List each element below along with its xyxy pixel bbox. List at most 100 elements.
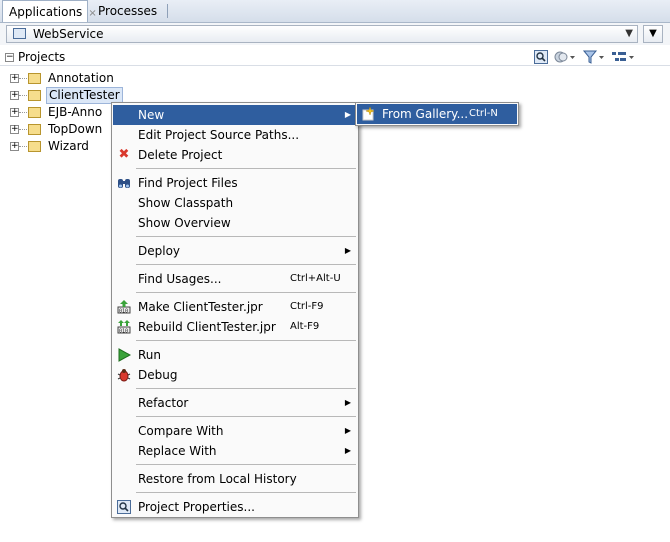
folder-icon xyxy=(28,124,41,135)
delete-icon: ✖ xyxy=(118,147,130,162)
projects-header[interactable]: − Projects xyxy=(0,49,670,66)
menu-item-label: Show Overview xyxy=(138,216,231,230)
menu-separator xyxy=(136,340,356,341)
expand-icon[interactable]: + xyxy=(10,74,19,83)
submenu-arrow-icon: ▶ xyxy=(344,426,351,435)
menu-item-label: Rebuild ClientTester.jpr xyxy=(138,320,276,334)
menu-item-replace-with[interactable]: Replace With ▶ xyxy=(113,441,357,461)
bug-icon xyxy=(117,368,131,382)
menu-item-deploy[interactable]: Deploy ▶ xyxy=(113,241,357,261)
menu-separator xyxy=(136,264,356,265)
menu-item-shortcut: Ctrl+Alt-U xyxy=(290,273,341,284)
menu-item-debug[interactable]: Debug xyxy=(113,365,357,385)
new-gallery-icon xyxy=(361,106,375,121)
menu-item-label: Compare With xyxy=(138,424,224,438)
tree-item-label: EJB-Anno xyxy=(48,105,103,119)
menu-item-find-project-files[interactable]: Find Project Files xyxy=(113,173,357,193)
menu-item-new[interactable]: New ▶ xyxy=(113,105,357,125)
menu-separator xyxy=(136,464,356,465)
menu-item-find-usages[interactable]: Find Usages... Ctrl+Alt-U xyxy=(113,269,357,289)
menu-item-label: Find Project Files xyxy=(138,176,238,190)
menu-item-make[interactable]: 010 Make ClientTester.jpr Ctrl-F9 xyxy=(113,297,357,317)
menu-item-rebuild[interactable]: 010 Rebuild ClientTester.jpr Alt-F9 xyxy=(113,317,357,337)
menu-item-label: Deploy xyxy=(138,244,181,258)
menu-item-label: Replace With xyxy=(138,444,217,458)
binoculars-icon xyxy=(117,176,131,190)
folder-icon xyxy=(28,90,41,101)
menu-separator xyxy=(136,388,356,389)
application-icon xyxy=(13,28,26,39)
folder-icon xyxy=(28,141,41,152)
folder-icon xyxy=(28,107,41,118)
menu-item-from-gallery[interactable]: From Gallery... Ctrl-N xyxy=(357,104,517,124)
search-icon[interactable] xyxy=(534,50,548,64)
menu-item-label: Find Usages... xyxy=(138,272,222,286)
svg-text:010: 010 xyxy=(119,329,128,335)
menu-item-label: New xyxy=(138,108,165,122)
tree-item-label: Wizard xyxy=(48,139,89,153)
chevron-down-icon: ▼ xyxy=(625,28,633,39)
menu-item-label: Run xyxy=(138,348,162,362)
tree-item-annotation[interactable]: + Annotation xyxy=(0,70,200,87)
menu-item-delete-project[interactable]: ✖ Delete Project xyxy=(113,145,357,165)
expand-icon[interactable]: + xyxy=(10,125,19,134)
menu-separator xyxy=(136,492,356,493)
menu-item-restore-local-history[interactable]: Restore from Local History xyxy=(113,469,357,489)
submenu-arrow-icon: ▶ xyxy=(344,246,351,255)
menu-separator xyxy=(136,292,356,293)
chevron-down-icon: ▼ xyxy=(649,28,657,39)
submenu-arrow-icon: ▶ xyxy=(344,110,351,119)
folder-icon xyxy=(28,73,41,84)
tree-item-label: TopDown xyxy=(48,122,103,136)
menu-item-label: Refactor xyxy=(138,396,189,410)
expand-icon[interactable]: + xyxy=(10,142,19,151)
menu-item-label: Restore from Local History xyxy=(138,472,297,486)
menu-separator xyxy=(136,416,356,417)
menu-item-label: Show Classpath xyxy=(138,196,234,210)
tab-applications-label: Applications xyxy=(9,5,83,19)
menu-item-show-overview[interactable]: Show Overview xyxy=(113,213,357,233)
application-menu-button[interactable]: ▼ xyxy=(643,25,663,43)
menu-item-edit-source-paths[interactable]: Edit Project Source Paths... xyxy=(113,125,357,145)
menu-separator xyxy=(136,236,356,237)
menu-item-show-classpath[interactable]: Show Classpath xyxy=(113,193,357,213)
working-sets-icon[interactable] xyxy=(554,50,576,64)
menu-item-compare-with[interactable]: Compare With ▶ xyxy=(113,421,357,441)
menu-item-label: Delete Project xyxy=(138,148,223,162)
menu-item-project-properties[interactable]: Project Properties... xyxy=(113,497,357,517)
context-menu: New ▶ Edit Project Source Paths... ✖ Del… xyxy=(111,102,359,518)
menu-item-shortcut: Ctrl-F9 xyxy=(290,301,324,312)
tab-processes-label: Processes xyxy=(98,4,158,18)
projects-label: Projects xyxy=(18,50,66,64)
rebuild-icon: 010 xyxy=(117,320,131,335)
submenu-arrow-icon: ▶ xyxy=(344,398,351,407)
tab-applications[interactable]: Applications × xyxy=(2,0,97,22)
menu-item-label: From Gallery... xyxy=(382,107,469,121)
run-icon xyxy=(117,348,132,362)
tree-item-label: Annotation xyxy=(48,71,114,85)
tab-processes[interactable]: Processes xyxy=(92,0,163,22)
submenu-arrow-icon: ▶ xyxy=(344,446,351,455)
menu-item-label: Make ClientTester.jpr xyxy=(138,300,263,314)
expand-icon[interactable]: + xyxy=(10,108,19,117)
menu-separator xyxy=(136,168,356,169)
collapse-icon[interactable]: − xyxy=(5,53,14,62)
menu-item-label: Edit Project Source Paths... xyxy=(138,128,300,142)
application-name: WebService xyxy=(33,27,104,41)
svg-text:010: 010 xyxy=(119,309,128,315)
filter-icon[interactable] xyxy=(582,50,605,64)
menu-item-label: Debug xyxy=(138,368,178,382)
properties-icon xyxy=(117,500,131,514)
menu-item-label: Project Properties... xyxy=(138,500,255,514)
menu-item-refactor[interactable]: Refactor ▶ xyxy=(113,393,357,413)
new-submenu: From Gallery... Ctrl-N xyxy=(355,102,519,126)
application-dropdown[interactable]: WebService ▼ xyxy=(6,25,638,43)
application-selector-row: WebService ▼ ▼ xyxy=(0,23,670,45)
menu-item-shortcut: Ctrl-N xyxy=(469,108,498,119)
menu-item-shortcut: Alt-F9 xyxy=(290,321,320,332)
tab-bar: Applications × Processes xyxy=(0,0,670,23)
view-options-icon[interactable] xyxy=(611,50,635,64)
menu-item-run[interactable]: Run xyxy=(113,345,357,365)
expand-icon[interactable]: + xyxy=(10,91,19,100)
tab-divider xyxy=(167,4,168,18)
